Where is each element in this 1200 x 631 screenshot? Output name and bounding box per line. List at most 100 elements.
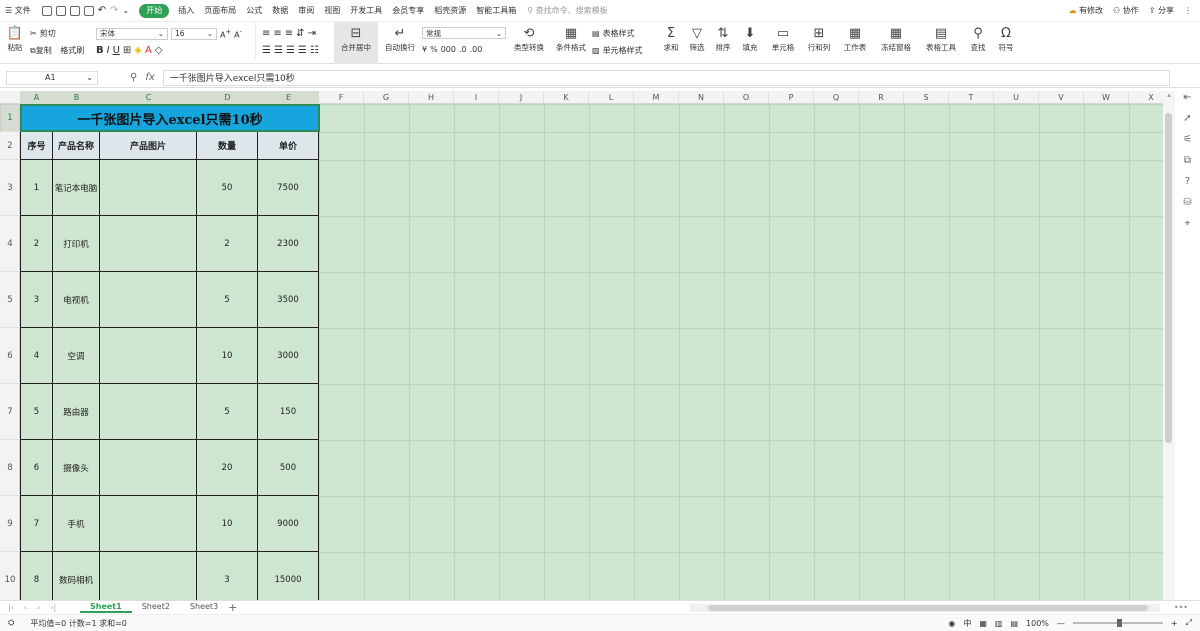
table-cell[interactable]: 5 <box>197 384 258 440</box>
decrease-decimal-icon[interactable]: .00 <box>470 45 483 54</box>
fullscreen-icon[interactable]: ⤢ <box>1186 618 1192 628</box>
column-header[interactable]: N <box>679 91 724 104</box>
increase-decimal-icon[interactable]: .0 <box>459 45 467 54</box>
column-header[interactable]: H <box>409 91 454 104</box>
wrap-text-button[interactable]: ↵ 自动换行 <box>378 22 422 64</box>
table-header-cell[interactable]: 序号 <box>20 132 53 160</box>
row-header[interactable]: 4 <box>0 216 20 272</box>
table-cell[interactable]: 20 <box>197 440 258 496</box>
justify-icon[interactable]: ☰ <box>298 45 307 56</box>
freeze-panes-button[interactable]: ▦ 冻结窗格 <box>874 22 918 64</box>
column-header[interactable]: W <box>1084 91 1129 104</box>
macro-icon[interactable]: ⛭ <box>8 618 14 628</box>
menu-tab[interactable]: 会员专享 <box>387 0 429 22</box>
cut-button[interactable]: ✂ 剪切 <box>30 25 96 42</box>
row-header[interactable]: 1 <box>0 104 20 132</box>
underline-icon[interactable]: U <box>113 45 120 56</box>
column-header[interactable]: B <box>53 91 100 104</box>
table-cell[interactable]: 3000 <box>258 328 319 384</box>
table-cell[interactable]: 7 <box>20 496 53 552</box>
sort-button[interactable]: ⇅ 排序 <box>710 22 736 64</box>
align-right-icon[interactable]: ☰ <box>286 45 295 56</box>
share-button[interactable]: ⇪ 分享 <box>1149 5 1174 16</box>
table-cell[interactable]: 9000 <box>258 496 319 552</box>
thousands-icon[interactable]: 000 <box>441 45 456 54</box>
align-middle-icon[interactable]: ≡ <box>273 28 281 39</box>
sum-button[interactable]: Σ 求和 <box>658 22 684 64</box>
export-pdf-icon[interactable] <box>55 5 66 16</box>
cell-button[interactable]: ▭ 单元格 <box>764 22 802 64</box>
location-icon[interactable]: ⌖ <box>1185 218 1191 229</box>
fill-button[interactable]: ⬇ 填充 <box>736 22 764 64</box>
table-cell[interactable] <box>100 496 197 552</box>
menu-tab[interactable]: 审阅 <box>293 0 319 22</box>
menu-tab[interactable]: 公式 <box>241 0 267 22</box>
normal-view-icon[interactable]: ▦ <box>979 619 987 628</box>
column-header[interactable]: D <box>197 91 258 104</box>
table-cell[interactable]: 3 <box>197 552 258 600</box>
symbol-button[interactable]: Ω 符号 <box>992 22 1020 64</box>
table-cell[interactable] <box>100 552 197 600</box>
formula-input[interactable]: 一千张图片导入excel只需10秒 <box>162 69 1170 86</box>
table-cell[interactable]: 150 <box>258 384 319 440</box>
italic-icon[interactable]: I <box>107 45 110 56</box>
number-format-select[interactable]: 常规 ⌄ <box>422 27 506 39</box>
menu-tab[interactable]: 智能工具箱 <box>471 0 521 22</box>
table-cell[interactable]: 打印机 <box>53 216 100 272</box>
vertical-scroll-thumb[interactable] <box>1165 113 1172 443</box>
currency-icon[interactable]: ¥ <box>422 45 427 54</box>
cell-grid[interactable]: 一千张图片导入excel只需10秒 序号 产品名称 产品图片 数量 单价 1 笔记本电脑 50 7… <box>20 104 1163 600</box>
align-top-icon[interactable]: ≡ <box>262 28 270 39</box>
copy-button[interactable]: ⧉复制 <box>30 45 52 56</box>
column-header[interactable]: K <box>544 91 589 104</box>
table-cell[interactable]: 数码相机 <box>53 552 100 600</box>
table-cell[interactable] <box>100 272 197 328</box>
type-convert-button[interactable]: ⟲ 类型转换 <box>508 22 550 64</box>
table-cell[interactable]: 摄像头 <box>53 440 100 496</box>
redo-icon[interactable]: ↷ <box>110 5 118 16</box>
table-cell[interactable]: 手机 <box>53 496 100 552</box>
table-cell[interactable] <box>100 440 197 496</box>
table-cell[interactable]: 4 <box>20 328 53 384</box>
add-sheet-icon[interactable]: + <box>228 601 237 614</box>
table-cell[interactable] <box>100 216 197 272</box>
select-pointer-icon[interactable]: ➚ <box>1183 113 1191 124</box>
column-header[interactable]: M <box>634 91 679 104</box>
next-sheet-icon[interactable]: › <box>37 603 40 612</box>
table-header-cell[interactable]: 数量 <box>197 132 258 160</box>
table-cell[interactable]: 10 <box>197 328 258 384</box>
worksheet-button[interactable]: ▦ 工作表 <box>836 22 874 64</box>
sheet-tab[interactable]: Sheet3 <box>180 602 228 613</box>
row-header[interactable]: 7 <box>0 384 20 440</box>
fill-color-icon[interactable]: ◈ <box>134 45 142 56</box>
column-header[interactable]: F <box>319 91 364 104</box>
zoom-formula-icon[interactable]: ⚲ <box>130 72 137 83</box>
table-cell[interactable]: 2 <box>20 216 53 272</box>
align-bottom-icon[interactable]: ≡ <box>285 28 293 39</box>
clear-format-icon[interactable]: ◇ <box>155 45 163 56</box>
table-tools-button[interactable]: ▤ 表格工具 <box>918 22 964 64</box>
menu-tab[interactable]: 插入 <box>173 0 199 22</box>
menu-tab[interactable]: 开发工具 <box>345 0 387 22</box>
find-button[interactable]: ⚲ 查找 <box>964 22 992 64</box>
input-method-icon[interactable]: 中 <box>963 618 971 629</box>
filter-button[interactable]: ▽ 筛选 <box>684 22 710 64</box>
table-cell[interactable]: 15000 <box>258 552 319 600</box>
merge-center-button[interactable]: ⊟ 合并居中 <box>334 22 378 64</box>
cell-style-button[interactable]: ▨ 单元格样式 <box>592 42 658 59</box>
border-icon[interactable]: ⊞ <box>123 45 131 56</box>
table-cell[interactable]: 1 <box>20 160 53 216</box>
chevron-down-icon[interactable]: ⌄ <box>123 6 130 15</box>
sheet-tab[interactable]: Sheet1 <box>80 602 132 613</box>
table-style-button[interactable]: ▤ 表格样式 <box>592 25 658 42</box>
row-header[interactable]: 10 <box>0 552 20 600</box>
row-header[interactable]: 9 <box>0 496 20 552</box>
horizontal-scrollbar[interactable] <box>690 604 1160 612</box>
zoom-out-icon[interactable]: — <box>1057 619 1065 628</box>
table-cell[interactable]: 6 <box>20 440 53 496</box>
row-col-button[interactable]: ⊞ 行和列 <box>802 22 836 64</box>
column-header[interactable]: A <box>20 91 53 104</box>
menu-tab[interactable]: 数据 <box>267 0 293 22</box>
first-sheet-icon[interactable]: |‹ <box>8 603 14 612</box>
format-painter-button[interactable]: 格式刷 <box>60 45 84 56</box>
